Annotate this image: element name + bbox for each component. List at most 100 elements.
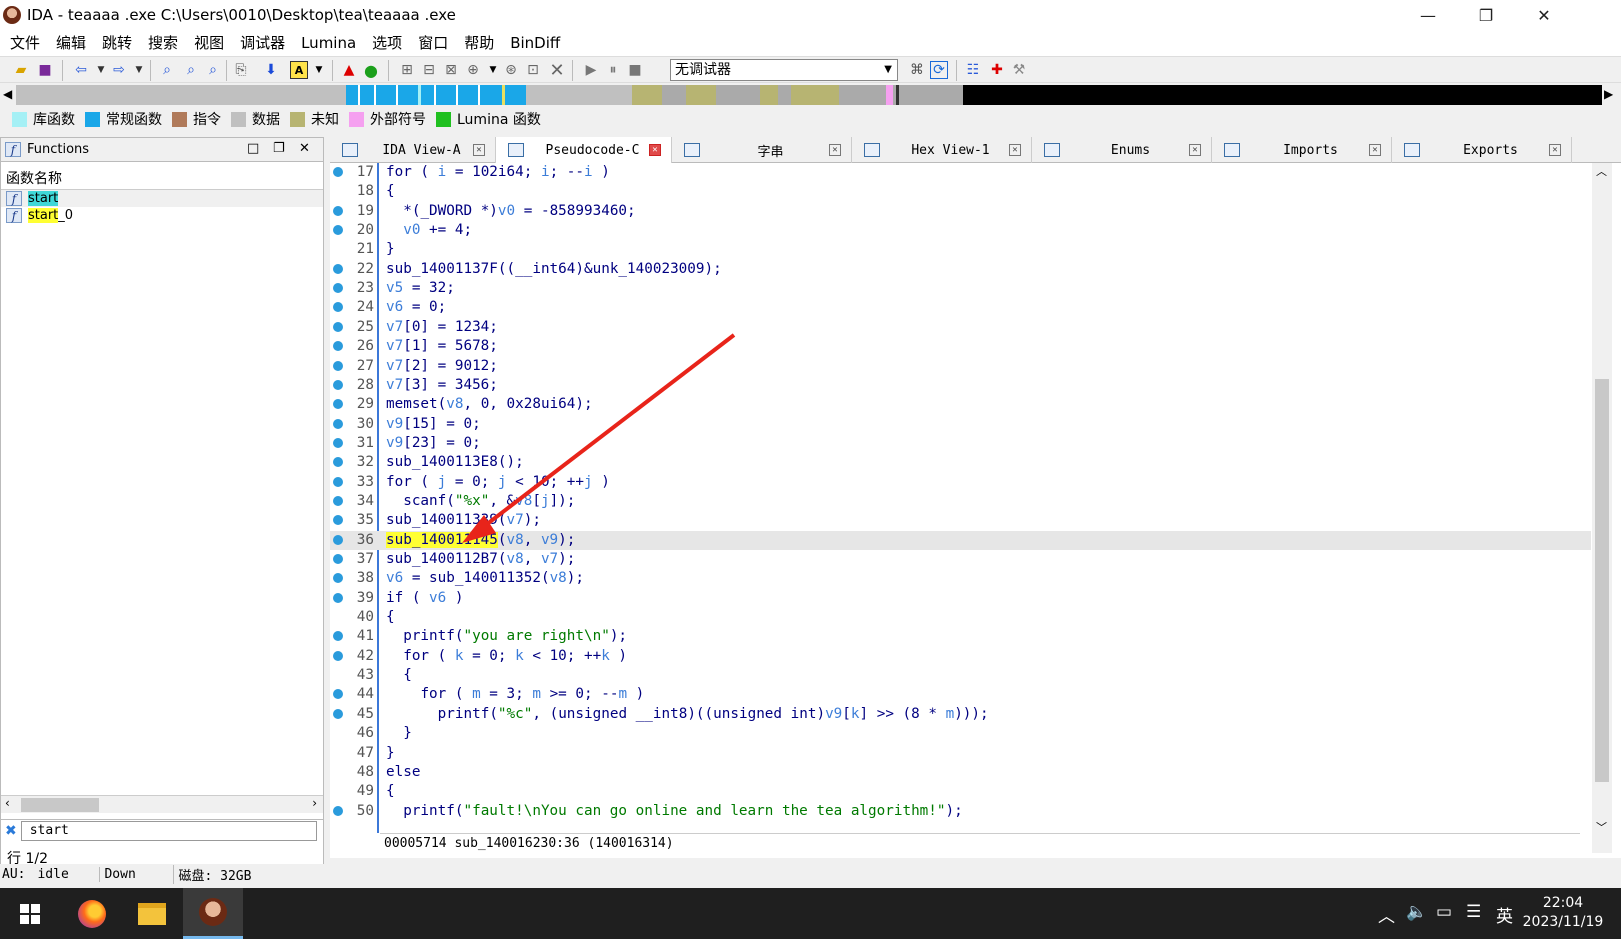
tab-close-icon[interactable]: ✕ xyxy=(1369,144,1381,156)
clear-filter-icon[interactable]: ✖ xyxy=(5,823,17,839)
code-line[interactable]: 18 { xyxy=(330,182,1591,201)
open-folder-icon[interactable]: ▰ xyxy=(12,61,30,79)
code-line[interactable]: 33 for ( j = 0; j < 10; ++j ) xyxy=(330,473,1591,492)
code-vertical-scrollbar[interactable]: ︿ ﹀ xyxy=(1592,163,1612,853)
code-line[interactable]: 23 v5 = 32; xyxy=(330,279,1591,298)
tab-close-icon[interactable]: ✕ xyxy=(1549,144,1561,156)
tab-close-icon[interactable]: ✕ xyxy=(829,144,841,156)
breakpoints-icon[interactable]: ☷ xyxy=(964,61,982,79)
back-arrow-icon[interactable]: ⇦ xyxy=(72,61,90,79)
breakpoint-dot-icon[interactable] xyxy=(333,225,343,236)
clock[interactable]: 22:04 2023/11/19 xyxy=(1518,894,1608,932)
menu-file[interactable]: 文件 xyxy=(2,30,48,56)
breakpoint-dot-icon[interactable] xyxy=(333,321,343,332)
ida-taskbar-button[interactable] xyxy=(183,888,243,939)
navigation-strip[interactable] xyxy=(16,85,1602,105)
scroll-up-icon[interactable]: ︿ xyxy=(1596,163,1607,179)
patch-icon[interactable]: ⎘ xyxy=(232,61,250,79)
menu-lumina[interactable]: Lumina xyxy=(293,30,364,56)
menu-windows[interactable]: 窗口 xyxy=(410,30,456,56)
breakpoint-dot-icon[interactable] xyxy=(333,360,343,371)
close-button[interactable]: ✕ xyxy=(1515,0,1573,30)
code-line[interactable]: 29 memset(v8, 0, 0x28ui64); xyxy=(330,395,1591,414)
code-line[interactable]: 19 *(_DWORD *)v0 = -858993460; xyxy=(330,202,1591,221)
breakpoint-dot-icon[interactable] xyxy=(333,689,343,700)
code-line[interactable]: 27 v7[2] = 9012; xyxy=(330,357,1591,376)
text-color-icon[interactable]: A xyxy=(290,61,308,79)
function-list-item[interactable]: f start_0 xyxy=(1,207,323,224)
data-icon[interactable]: ⊟ xyxy=(420,61,438,79)
code-line[interactable]: 25 v7[0] = 1234; xyxy=(330,318,1591,337)
down-arrow-icon[interactable]: ⬇ xyxy=(262,61,280,79)
code-line[interactable]: 45 printf("%c", (unsigned __int8)((unsig… xyxy=(330,705,1591,724)
undefine-icon[interactable]: ⊡ xyxy=(524,61,542,79)
code-line[interactable]: 20 v0 += 4; xyxy=(330,221,1591,240)
code-line[interactable]: 31 v9[23] = 0; xyxy=(330,434,1591,453)
code-line[interactable]: 46 } xyxy=(330,724,1591,743)
notifications-icon[interactable]: ☰ xyxy=(1466,902,1481,922)
search-text-icon[interactable]: ⌕ xyxy=(182,61,200,79)
pseudocode-view[interactable]: 17 for ( i = 102i64; i; --i ) 18 {19 *(_DWO… xyxy=(330,163,1621,858)
delete-icon[interactable]: ✕ xyxy=(548,60,566,81)
scroll-right-icon[interactable]: › xyxy=(312,796,317,810)
nav-right-arrow-icon[interactable]: ▶ xyxy=(1604,87,1613,101)
function-icon[interactable]: ⊛ xyxy=(502,61,520,79)
menu-jump[interactable]: 跳转 xyxy=(94,30,140,56)
navigation-band[interactable]: ◀ ▶ xyxy=(0,84,1621,106)
functions-horizontal-scrollbar[interactable]: ‹ › xyxy=(1,795,323,813)
search-immediate-icon[interactable]: ⌕ xyxy=(204,61,222,79)
tab-close-icon[interactable]: ✕ xyxy=(1009,144,1021,156)
code-line[interactable]: 38 v6 = sub_140011352(v8); xyxy=(330,569,1591,588)
breakpoint-dot-icon[interactable] xyxy=(333,399,343,410)
breakpoint-dot-icon[interactable] xyxy=(333,554,343,564)
panel-float-icon[interactable]: ❐ xyxy=(273,141,285,156)
code-line[interactable]: 24 v6 = 0; xyxy=(330,298,1591,317)
scrollbar-thumb[interactable] xyxy=(1595,379,1609,782)
panel-maximize-icon[interactable]: □ xyxy=(247,141,259,156)
run-status-icon[interactable]: ● xyxy=(362,61,380,80)
tab-strings[interactable]: 字串 ✕ xyxy=(672,137,852,163)
scroll-down-icon[interactable]: ﹀ xyxy=(1596,819,1607,835)
breakpoint-dot-icon[interactable] xyxy=(333,457,343,468)
code-line[interactable]: 21} xyxy=(330,240,1591,259)
network-icon[interactable]: ▭ xyxy=(1436,902,1452,922)
menu-view[interactable]: 视图 xyxy=(186,30,232,56)
struct-icon[interactable]: ⊠ xyxy=(442,61,460,79)
code-line[interactable]: 39 if ( v6 ) xyxy=(330,589,1591,608)
offset-dropdown-icon[interactable]: ▼ xyxy=(484,61,502,79)
code-line[interactable]: 43 { xyxy=(330,666,1591,685)
code-line[interactable]: 49 { xyxy=(330,782,1591,801)
search-binary-icon[interactable]: ⌕ xyxy=(158,61,176,79)
breakpoint-dot-icon[interactable] xyxy=(333,167,343,177)
tab-imports[interactable]: Imports ✕ xyxy=(1212,137,1392,163)
back-dropdown-icon[interactable]: ▼ xyxy=(92,61,110,79)
breakpoint-dot-icon[interactable] xyxy=(333,379,343,390)
file-explorer-taskbar-button[interactable] xyxy=(122,888,182,939)
breakpoint-dot-icon[interactable] xyxy=(333,263,343,274)
tab-pseudocode-c[interactable]: Pseudocode-C ✕ xyxy=(496,137,672,163)
code-line[interactable]: 50 printf("fault!\nYou can go online and… xyxy=(330,802,1591,821)
breakpoint-dot-icon[interactable] xyxy=(333,805,343,816)
code-line[interactable]: 48 else xyxy=(330,763,1591,782)
forward-dropdown-icon[interactable]: ▼ xyxy=(130,61,148,79)
firefox-taskbar-button[interactable] xyxy=(62,888,122,939)
code-line[interactable]: 35 sub_140011339(v7); xyxy=(330,511,1591,530)
code-line[interactable]: 34 scanf("%x", &v8[j]); xyxy=(330,492,1591,511)
breakpoint-dot-icon[interactable] xyxy=(333,573,343,584)
stop-icon[interactable]: ■ xyxy=(626,61,644,79)
tab-exports[interactable]: Exports ✕ xyxy=(1392,137,1572,163)
code-line[interactable]: 26 v7[1] = 5678; xyxy=(330,337,1591,356)
breakpoint-dot-icon[interactable] xyxy=(333,437,343,448)
tab-close-icon[interactable]: ✕ xyxy=(473,144,485,156)
trace-icon[interactable]: ⌘ xyxy=(908,61,926,79)
breakpoint-dot-icon[interactable] xyxy=(333,302,343,313)
breakpoint-dot-icon[interactable] xyxy=(333,631,343,642)
breakpoint-dot-icon[interactable] xyxy=(333,650,343,661)
tab-enums[interactable]: Enums ✕ xyxy=(1032,137,1212,163)
text-color-dropdown-icon[interactable]: ▼ xyxy=(310,61,328,79)
breakpoint-dot-icon[interactable] xyxy=(333,495,343,506)
code-line[interactable]: 22 sub_14001137F((__int64)&unk_140023009)… xyxy=(330,260,1591,279)
save-icon[interactable]: ■ xyxy=(36,61,54,79)
code-line[interactable]: 30 v9[15] = 0; xyxy=(330,415,1591,434)
code-line[interactable]: 37 sub_1400112B7(v8, v7); xyxy=(330,550,1591,569)
